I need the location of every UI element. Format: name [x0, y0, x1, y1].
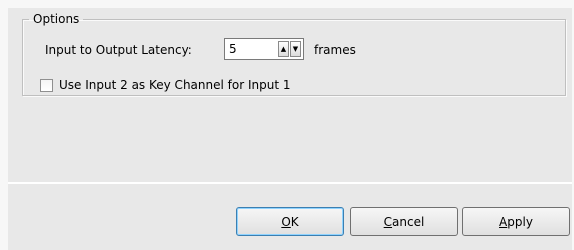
ok-label-rest: K: [290, 214, 299, 229]
latency-spinbox[interactable]: 5 ▲ ▼: [224, 38, 304, 60]
ok-accelerator: O: [281, 214, 291, 229]
cancel-accelerator: C: [383, 214, 393, 229]
key-channel-checkbox[interactable]: [40, 78, 53, 92]
key-channel-checkbox-row[interactable]: Use Input 2 as Key Channel for Input 1: [40, 77, 290, 93]
dialog-panel: Options Input to Output Latency: 5 ▲ ▼ f…: [0, 0, 574, 250]
spin-buttons: ▲ ▼: [278, 41, 301, 57]
ok-button[interactable]: OK: [236, 207, 344, 236]
apply-label-rest: pply: [507, 214, 533, 229]
cancel-button[interactable]: Cancel: [350, 207, 458, 236]
latency-label: Input to Output Latency:: [45, 43, 192, 57]
options-legend: Options: [33, 12, 80, 26]
down-arrow-icon[interactable]: ▼: [290, 41, 301, 57]
up-arrow-icon[interactable]: ▲: [278, 41, 289, 57]
latency-unit-label: frames: [314, 43, 356, 57]
cancel-label-rest: ancel: [392, 214, 425, 229]
top-edge: [0, 0, 574, 8]
left-edge: [0, 0, 8, 250]
apply-accelerator: A: [499, 214, 508, 229]
latency-value[interactable]: 5: [229, 42, 237, 56]
separator: [8, 182, 572, 184]
apply-button[interactable]: Apply: [462, 207, 570, 236]
key-channel-label[interactable]: Use Input 2 as Key Channel for Input 1: [59, 77, 290, 93]
